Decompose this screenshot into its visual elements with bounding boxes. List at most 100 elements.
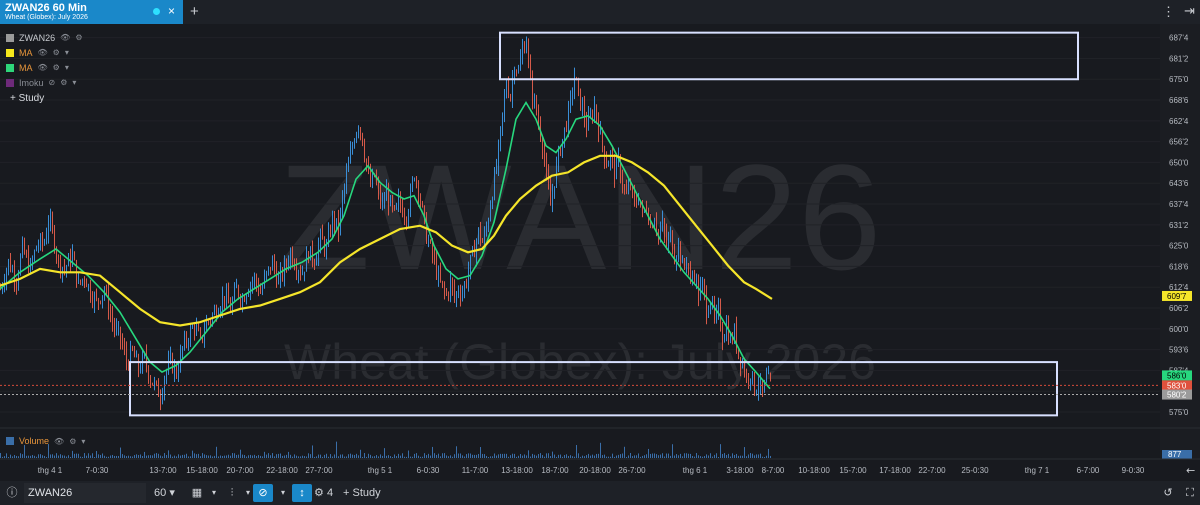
volume-bar (558, 454, 559, 458)
volume-bar (314, 456, 315, 458)
volume-bar (520, 453, 521, 458)
volume-label: Volume (19, 436, 50, 446)
volume-bar (252, 455, 253, 458)
eye-icon[interactable]: 👁 (38, 48, 48, 57)
volume-bar (614, 456, 615, 458)
volume-bar (164, 453, 165, 458)
time-tick-label: thg 4 1 (38, 466, 63, 475)
volume-bar (362, 456, 363, 458)
interval-select[interactable]: 60 ▾ (154, 484, 175, 502)
legend-item-ma-slow[interactable]: MA 👁 ⚙ ▾ (6, 45, 83, 60)
volume-bar (400, 455, 401, 458)
volume-bar (754, 455, 755, 458)
add-tab-icon[interactable]: + (190, 3, 199, 20)
volume-bar (760, 453, 761, 458)
volume-bar (494, 453, 495, 458)
tab-close-icon[interactable]: × (168, 4, 175, 18)
volume-bar (302, 455, 303, 458)
volume-bar (690, 453, 691, 458)
volume-bar (220, 455, 221, 458)
fullscreen-icon[interactable]: ⛶ (1180, 484, 1200, 502)
time-tick-label: 17-18:00 (879, 466, 911, 475)
tab-title: ZWAN26 60 Min (5, 2, 87, 14)
volume-bar (770, 455, 771, 458)
volume-bar (752, 453, 753, 458)
gear-icon[interactable]: ⚙ (69, 437, 76, 446)
volume-bar (212, 456, 213, 458)
chevron-down-icon[interactable]: ▾ (65, 63, 69, 72)
price-chart[interactable]: ZWAN26Wheat (Globex): July 2026687'4681'… (0, 24, 1200, 481)
scroll-left-icon[interactable]: ← (1186, 464, 1195, 477)
volume-bar (106, 456, 107, 458)
volume-bar (422, 456, 423, 458)
volume-bar (456, 446, 457, 458)
chevron-down-icon[interactable]: ▾ (65, 48, 69, 57)
chevron-down-icon[interactable]: ▾ (81, 437, 85, 446)
volume-bar (718, 456, 719, 458)
volume-bar (418, 455, 419, 458)
volume-bar (370, 454, 371, 458)
volume-bar (474, 454, 475, 458)
add-study-button[interactable]: + Study (10, 93, 44, 104)
undo-icon[interactable]: ↺ (1158, 484, 1178, 502)
legend-item-imoku[interactable]: Imoku ⊘ ⚙ ▾ (6, 75, 83, 90)
volume-bar (246, 456, 247, 458)
volume-bar (692, 455, 693, 458)
price-tick-label: 637'4 (1169, 200, 1189, 209)
volume-bar (100, 454, 101, 458)
studies-button[interactable]: ⚙ 4 (314, 484, 333, 502)
bottom-study-button[interactable]: + Study (343, 484, 381, 502)
crosshair-icon[interactable]: ↕ (292, 484, 312, 502)
volume-bar (390, 456, 391, 458)
volume-bar (748, 454, 749, 458)
volume-bar (112, 454, 113, 458)
volume-bar (152, 455, 153, 458)
hide-drawings-icon[interactable]: ⊘ (253, 484, 273, 502)
volume-bar (448, 456, 449, 458)
chevron-down-icon[interactable]: ▾ (72, 78, 76, 87)
gear-icon[interactable]: ⚙ (53, 48, 60, 57)
volume-bar (652, 453, 653, 458)
chart-tab[interactable]: ZWAN26 60 Min Wheat (Globex): July 2026 … (0, 0, 183, 24)
volume-bar (486, 455, 487, 458)
chevron-down-icon[interactable]: ▾ (204, 484, 224, 502)
legend-item-symbol[interactable]: ZWAN26 👁 ⚙ (6, 30, 83, 45)
gear-icon[interactable]: ⚙ (75, 33, 82, 42)
volume-bar (662, 453, 663, 458)
symbol-input[interactable] (24, 483, 146, 503)
volume-bar (108, 456, 109, 458)
eye-icon[interactable]: 👁 (38, 63, 48, 72)
volume-bar (330, 454, 331, 458)
volume-bar (282, 455, 283, 458)
volume-bar (414, 453, 415, 458)
volume-bar (372, 456, 373, 458)
volume-bar (484, 454, 485, 458)
volume-bar (294, 454, 295, 458)
studies-count: 4 (326, 487, 334, 499)
volume-bar (506, 453, 507, 458)
more-menu-icon[interactable]: ⋮ (1162, 4, 1175, 20)
gear-icon[interactable]: ⚙ (53, 63, 60, 72)
time-tick-label: thg 5 1 (368, 466, 393, 475)
eye-icon[interactable]: 👁 (54, 437, 64, 446)
volume-bar (702, 456, 703, 458)
legend-swatch (6, 78, 14, 87)
hidden-eye-icon[interactable]: ⊘ (49, 78, 56, 87)
chevron-down-icon[interactable]: ▾ (273, 484, 293, 502)
eye-icon[interactable]: 👁 (60, 33, 70, 42)
volume-bar (150, 455, 151, 458)
legend-item-ma-fast[interactable]: MA 👁 ⚙ ▾ (6, 60, 83, 75)
volume-bar (654, 453, 655, 458)
gear-icon[interactable]: ⚙ (60, 78, 67, 87)
volume-bar (20, 453, 21, 458)
info-icon[interactable]: ⓘ (2, 484, 22, 502)
volume-bar (768, 448, 769, 458)
volume-bar (724, 453, 725, 458)
volume-bar (34, 455, 35, 458)
volume-bar (416, 453, 417, 458)
collapse-panel-icon[interactable]: ⇥ (1184, 3, 1195, 19)
volume-bar (350, 453, 351, 458)
volume-bar (126, 456, 127, 458)
volume-legend[interactable]: Volume 👁 ⚙ ▾ (6, 436, 85, 446)
volume-bar (40, 454, 41, 458)
